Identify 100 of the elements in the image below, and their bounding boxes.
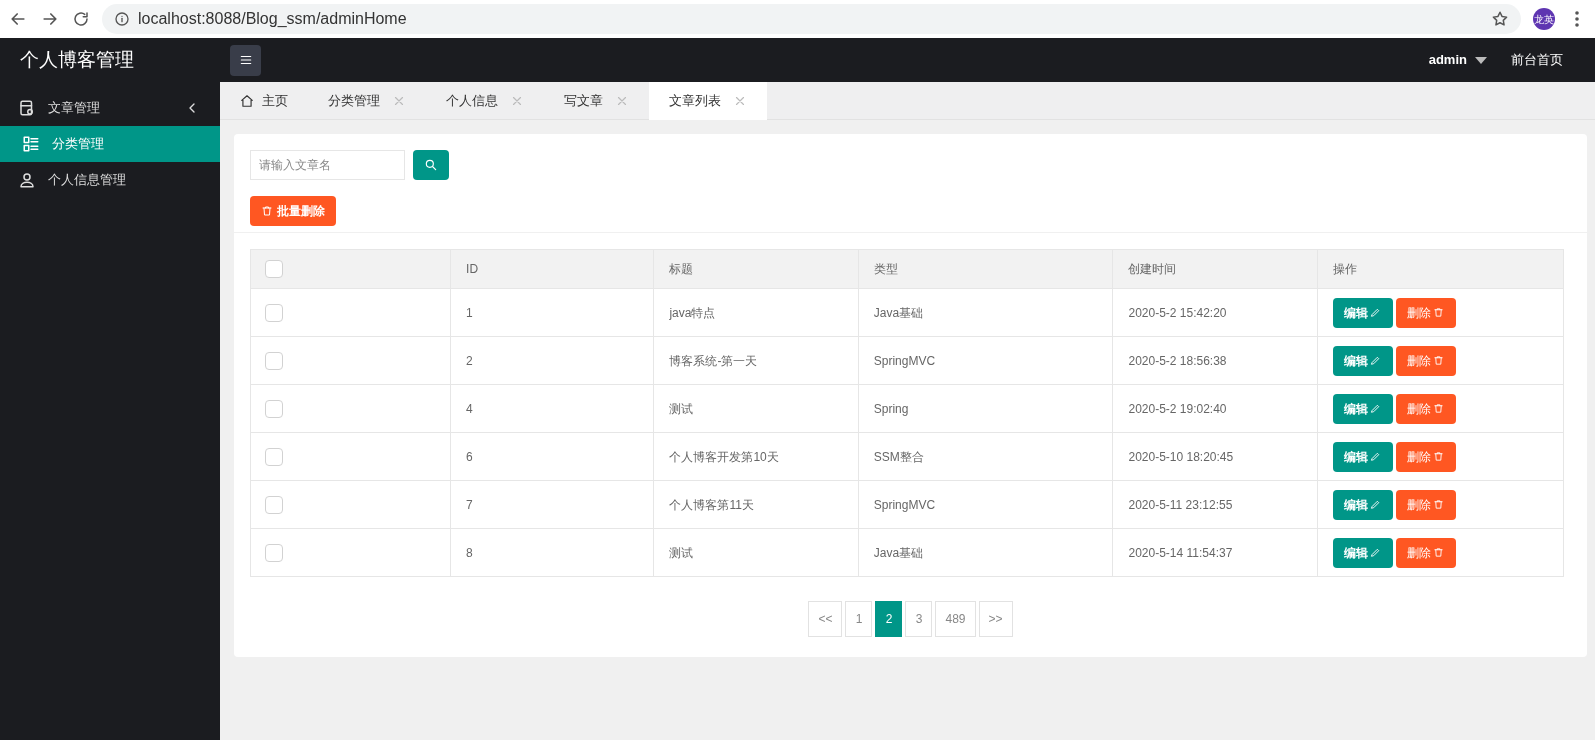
table-cell: java特点 [669,305,716,320]
reload-icon [72,10,90,28]
table-cell: 个人博客第11天 [669,497,754,512]
menu-icon [238,53,253,67]
tab[interactable]: 分类管理 [308,82,426,120]
edit-button[interactable]: 编辑 [1332,489,1393,520]
caret-icon [1475,56,1487,64]
delete-button[interactable]: 删除 [1395,345,1456,376]
trash-icon [261,205,273,217]
column-header: ID [466,262,479,276]
table-cell: 2020-5-11 23:12:55 [1128,497,1233,512]
search-icon [424,158,438,172]
table-cell: 2020-5-14 11:54:37 [1128,545,1233,560]
tab[interactable]: 文章列表 [649,82,767,120]
delete-button[interactable]: 删除 [1395,393,1456,424]
pencil-icon [1370,451,1382,462]
edit-button[interactable]: 编辑 [1332,297,1393,328]
close-icon [733,94,747,108]
checkbox[interactable] [265,303,283,322]
table-cell: 个人博客开发第10天 [669,449,779,464]
document-icon [18,99,36,117]
column-header: 类型 [873,262,898,276]
list-icon [22,135,40,153]
column-header: 标题 [669,262,694,276]
close-icon [392,94,406,108]
table-cell: 7 [466,497,473,512]
app-title: 个人博客管理 [20,47,134,72]
star-icon [1491,10,1509,28]
url-text: localhost:8088/Blog_ssm/adminHome [138,9,407,29]
page-button[interactable]: << [808,601,843,637]
page-button[interactable]: >> [978,601,1013,637]
search-button[interactable] [413,150,449,180]
delete-button[interactable]: 删除 [1395,537,1456,568]
table-cell: Java基础 [873,545,924,560]
tab[interactable]: 写文章 [544,82,649,120]
pencil-icon [1370,307,1382,318]
page-button[interactable]: 2 [875,601,903,637]
delete-button[interactable]: 删除 [1395,489,1456,520]
edit-button[interactable]: 编辑 [1332,345,1393,376]
checkbox[interactable] [265,495,283,514]
page-button[interactable]: 489 [935,601,976,637]
trash-icon [1433,451,1445,462]
search-field[interactable]: 请输入文章名 [250,150,405,180]
sidebar-item[interactable]: 分类管理 [0,126,220,162]
trash-icon [1433,355,1445,366]
trash-icon [1433,547,1445,558]
table-cell: 2020-5-2 18:56:38 [1128,353,1227,368]
delete-button[interactable]: 删除 [1395,297,1456,328]
pencil-icon [1370,403,1382,414]
table-cell: 6 [466,449,473,464]
table-cell: SpringMVC [873,353,936,368]
column-header: 创建时间 [1128,262,1177,276]
table-cell: 博客系统-第一天 [669,353,758,368]
trash-icon [1433,403,1445,414]
edit-button[interactable]: 编辑 [1332,537,1393,568]
delete-button[interactable]: 删除 [1395,441,1456,472]
trash-icon [1433,307,1445,318]
address-bar[interactable]: localhost:8088/Blog_ssm/adminHome [102,4,1521,34]
table-cell: Spring [873,401,909,416]
table-cell: 测试 [669,401,694,416]
more-icon[interactable] [1575,11,1579,27]
checkbox[interactable] [265,543,283,562]
tab[interactable]: 主页 [220,82,308,120]
pencil-icon [1370,499,1382,510]
edit-button[interactable]: 编辑 [1332,441,1393,472]
home-icon [240,94,254,108]
table-cell: SSM整合 [873,449,924,464]
trash-icon [1433,499,1445,510]
profile-avatar[interactable]: 龙英 [1533,8,1555,30]
close-icon [615,94,629,108]
user-menu[interactable]: admin [1428,50,1487,70]
table-cell: 2020-5-10 18:20:45 [1128,449,1234,464]
table-cell: 2 [466,353,473,368]
table-cell: SpringMVC [873,497,936,512]
user-icon [18,171,36,189]
checkbox[interactable] [265,351,283,370]
batch-delete-button[interactable]: 批量删除 [250,196,336,226]
table-cell: 8 [466,545,473,560]
checkbox[interactable] [265,260,283,279]
edit-button[interactable]: 编辑 [1332,393,1393,424]
tab[interactable]: 个人信息 [426,82,544,120]
checkbox[interactable] [265,447,283,466]
checkbox[interactable] [265,399,283,418]
pencil-icon [1370,547,1382,558]
page-button[interactable]: 3 [905,601,933,637]
column-header: 操作 [1332,262,1357,276]
table-cell: 4 [466,401,473,416]
menu-toggle-button[interactable] [230,44,261,76]
sidebar-item[interactable]: 个人信息管理 [0,162,220,198]
front-page-link[interactable]: 前台首页 [1511,50,1563,70]
info-icon [114,11,130,27]
table-cell: 测试 [669,545,694,560]
table-cell: 1 [466,305,473,320]
table-cell: 2020-5-2 19:02:40 [1128,401,1227,416]
table-cell: 2020-5-2 15:42:20 [1128,305,1227,320]
page-button[interactable]: 1 [845,601,873,637]
sidebar-item[interactable]: 文章管理 [0,90,220,126]
table-cell: Java基础 [873,305,924,320]
pencil-icon [1370,355,1382,366]
close-icon [510,94,524,108]
